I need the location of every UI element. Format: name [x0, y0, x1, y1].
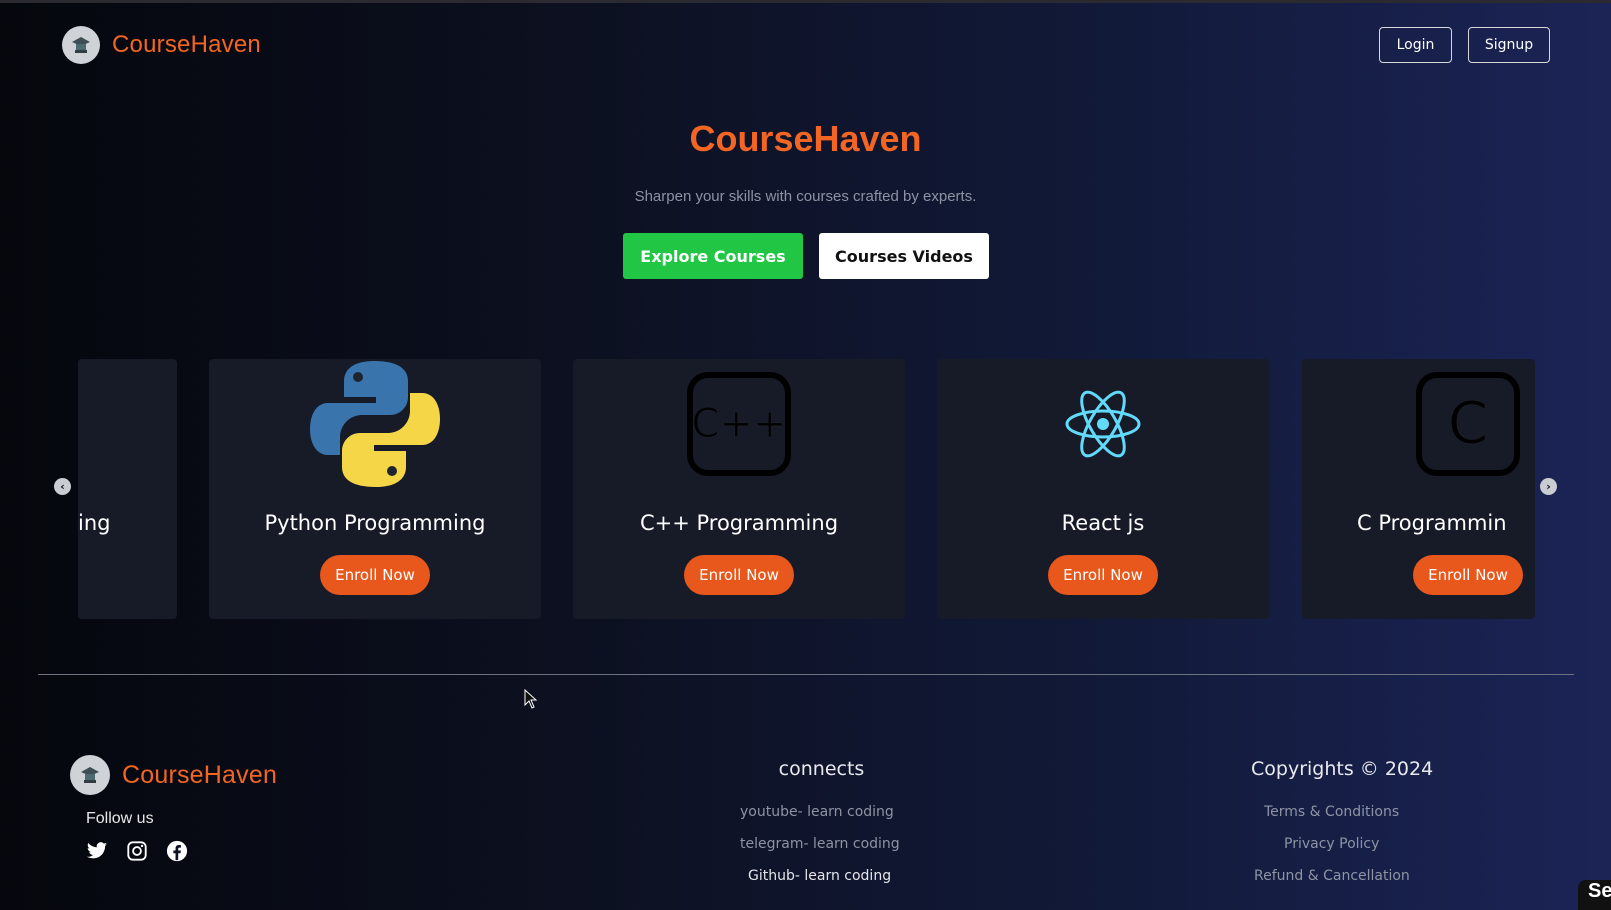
- chevron-left-icon[interactable]: ‹: [54, 478, 71, 495]
- react-logo-icon: [1065, 390, 1141, 458]
- social-links: [86, 840, 188, 862]
- top-border: [0, 0, 1611, 3]
- course-card: React js Enroll Now: [937, 359, 1269, 619]
- svg-text:C++: C++: [692, 401, 787, 447]
- signup-button[interactable]: Signup: [1468, 27, 1550, 63]
- telegram-link[interactable]: telegram- learn coding: [740, 836, 900, 852]
- hero-title: CourseHaven: [689, 118, 922, 159]
- enroll-now-button[interactable]: Enroll Now: [1048, 555, 1158, 595]
- courses-videos-button[interactable]: Courses Videos: [819, 233, 989, 279]
- privacy-link[interactable]: Privacy Policy: [1284, 836, 1379, 852]
- course-card: C C Programmin Enroll Now: [1302, 359, 1535, 619]
- follow-us-label: Follow us: [86, 810, 154, 827]
- mouse-cursor-icon: [524, 689, 538, 709]
- svg-text:C: C: [1448, 389, 1489, 457]
- terms-link[interactable]: Terms & Conditions: [1264, 804, 1399, 820]
- course-card: Python Programming Enroll Now: [209, 359, 541, 619]
- refund-link[interactable]: Refund & Cancellation: [1254, 868, 1410, 884]
- python-logo-icon: [310, 361, 440, 487]
- enroll-now-button[interactable]: Enroll Now: [684, 555, 794, 595]
- enroll-now-button[interactable]: Enroll Now: [320, 555, 430, 595]
- corner-overlay-text: Se: [1578, 880, 1611, 910]
- facebook-icon[interactable]: [166, 840, 188, 862]
- course-title: ing: [78, 511, 111, 535]
- footer-divider: [38, 674, 1574, 675]
- header-brand[interactable]: CourseHaven: [62, 26, 261, 64]
- github-link[interactable]: Github- learn coding: [748, 868, 891, 884]
- login-button[interactable]: Login: [1379, 27, 1452, 63]
- course-title: C Programmin: [1357, 511, 1507, 535]
- copyright-heading: Copyrights © 2024: [1251, 758, 1434, 780]
- youtube-link[interactable]: youtube- learn coding: [740, 804, 894, 820]
- course-card: ing: [78, 359, 177, 619]
- course-card: C++ C++ Programming Enroll Now: [573, 359, 905, 619]
- brand-logo-icon: [62, 26, 100, 64]
- course-title: React js: [1061, 511, 1145, 535]
- cpp-logo-icon: C++: [687, 372, 791, 476]
- twitter-icon[interactable]: [86, 840, 108, 862]
- course-title: C++ Programming: [639, 511, 839, 535]
- instagram-icon[interactable]: [126, 840, 148, 862]
- brand-name: CourseHaven: [112, 31, 261, 58]
- chevron-right-icon[interactable]: ›: [1540, 478, 1557, 495]
- hero-subtitle: Sharpen your skills with courses crafted…: [634, 188, 977, 205]
- course-title: Python Programming: [264, 511, 486, 535]
- explore-courses-button[interactable]: Explore Courses: [623, 233, 803, 279]
- course-carousel: ing Python Programming Enroll Now C++ C+…: [78, 359, 1535, 619]
- enroll-now-button[interactable]: Enroll Now: [1413, 555, 1523, 595]
- c-logo-icon: C: [1416, 372, 1520, 476]
